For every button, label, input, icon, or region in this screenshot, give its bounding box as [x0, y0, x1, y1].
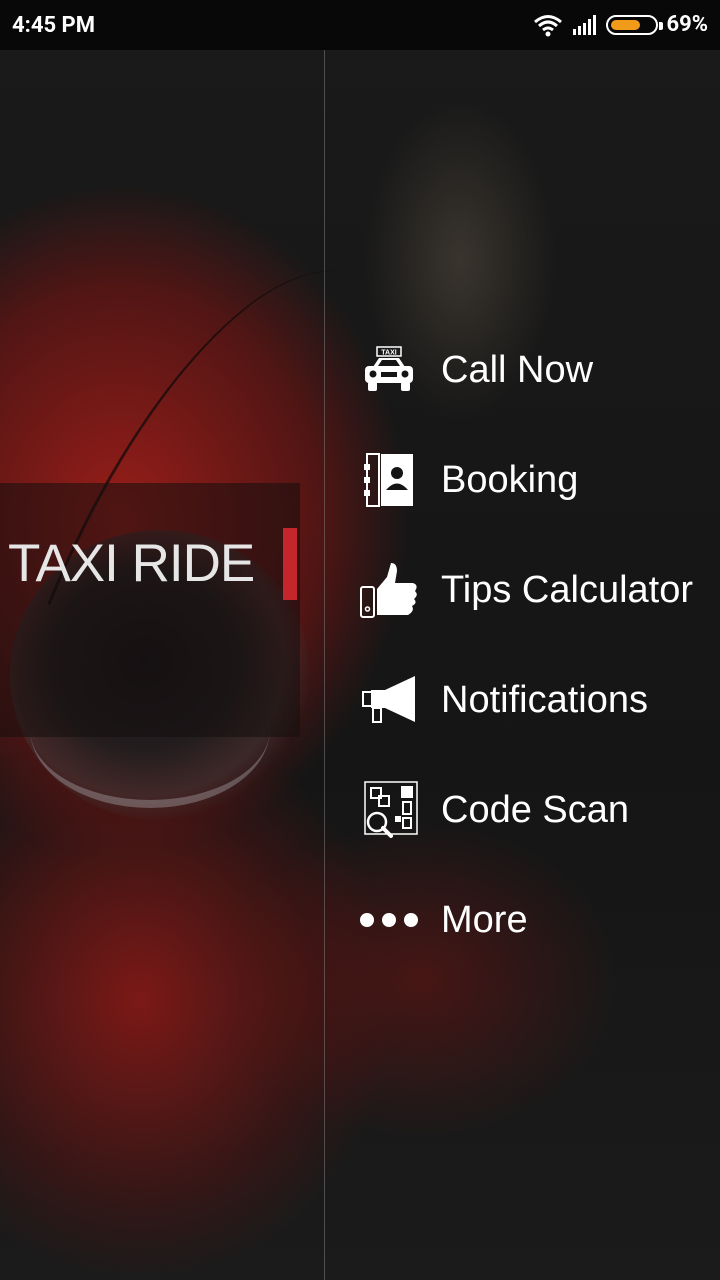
- menu-label: Tips Calculator: [441, 568, 694, 611]
- contact-book-icon: [358, 449, 420, 511]
- more-dots-icon: [358, 889, 420, 951]
- thumbs-up-icon: [358, 559, 420, 621]
- menu-item-notifications[interactable]: Notifications: [358, 645, 720, 755]
- menu-label: More: [441, 898, 528, 941]
- menu-item-call-now[interactable]: TAXI Call Now: [358, 315, 720, 425]
- menu-item-more[interactable]: More: [358, 865, 720, 975]
- status-icons: 69%: [532, 12, 708, 37]
- taxi-icon: TAXI: [358, 339, 420, 401]
- wifi-icon: [534, 14, 563, 36]
- menu-item-tips-calculator[interactable]: Tips Calculator: [358, 535, 720, 645]
- battery-icon: [606, 14, 664, 35]
- vertical-divider: [324, 50, 325, 1280]
- menu-label: Booking: [441, 458, 579, 501]
- status-time: 4:45 PM: [12, 13, 95, 38]
- megaphone-icon: [358, 669, 420, 731]
- battery-fill: [611, 19, 641, 30]
- status-bar: 4:45 PM 69%: [0, 0, 720, 50]
- app-logo-text: TAXI RIDE: [8, 534, 255, 593]
- menu-item-booking[interactable]: Booking: [358, 425, 720, 535]
- logo-panel: [0, 483, 300, 737]
- menu-label: Call Now: [441, 348, 594, 391]
- battery-percent: 69%: [666, 12, 708, 37]
- logo-accent-bar: [283, 528, 297, 600]
- qr-scan-icon: [358, 779, 420, 841]
- signal-icon: [573, 14, 597, 35]
- menu-item-code-scan[interactable]: Code Scan: [358, 755, 720, 865]
- svg-text:TAXI: TAXI: [381, 350, 396, 357]
- menu-label: Notifications: [441, 678, 648, 721]
- menu-label: Code Scan: [441, 788, 630, 831]
